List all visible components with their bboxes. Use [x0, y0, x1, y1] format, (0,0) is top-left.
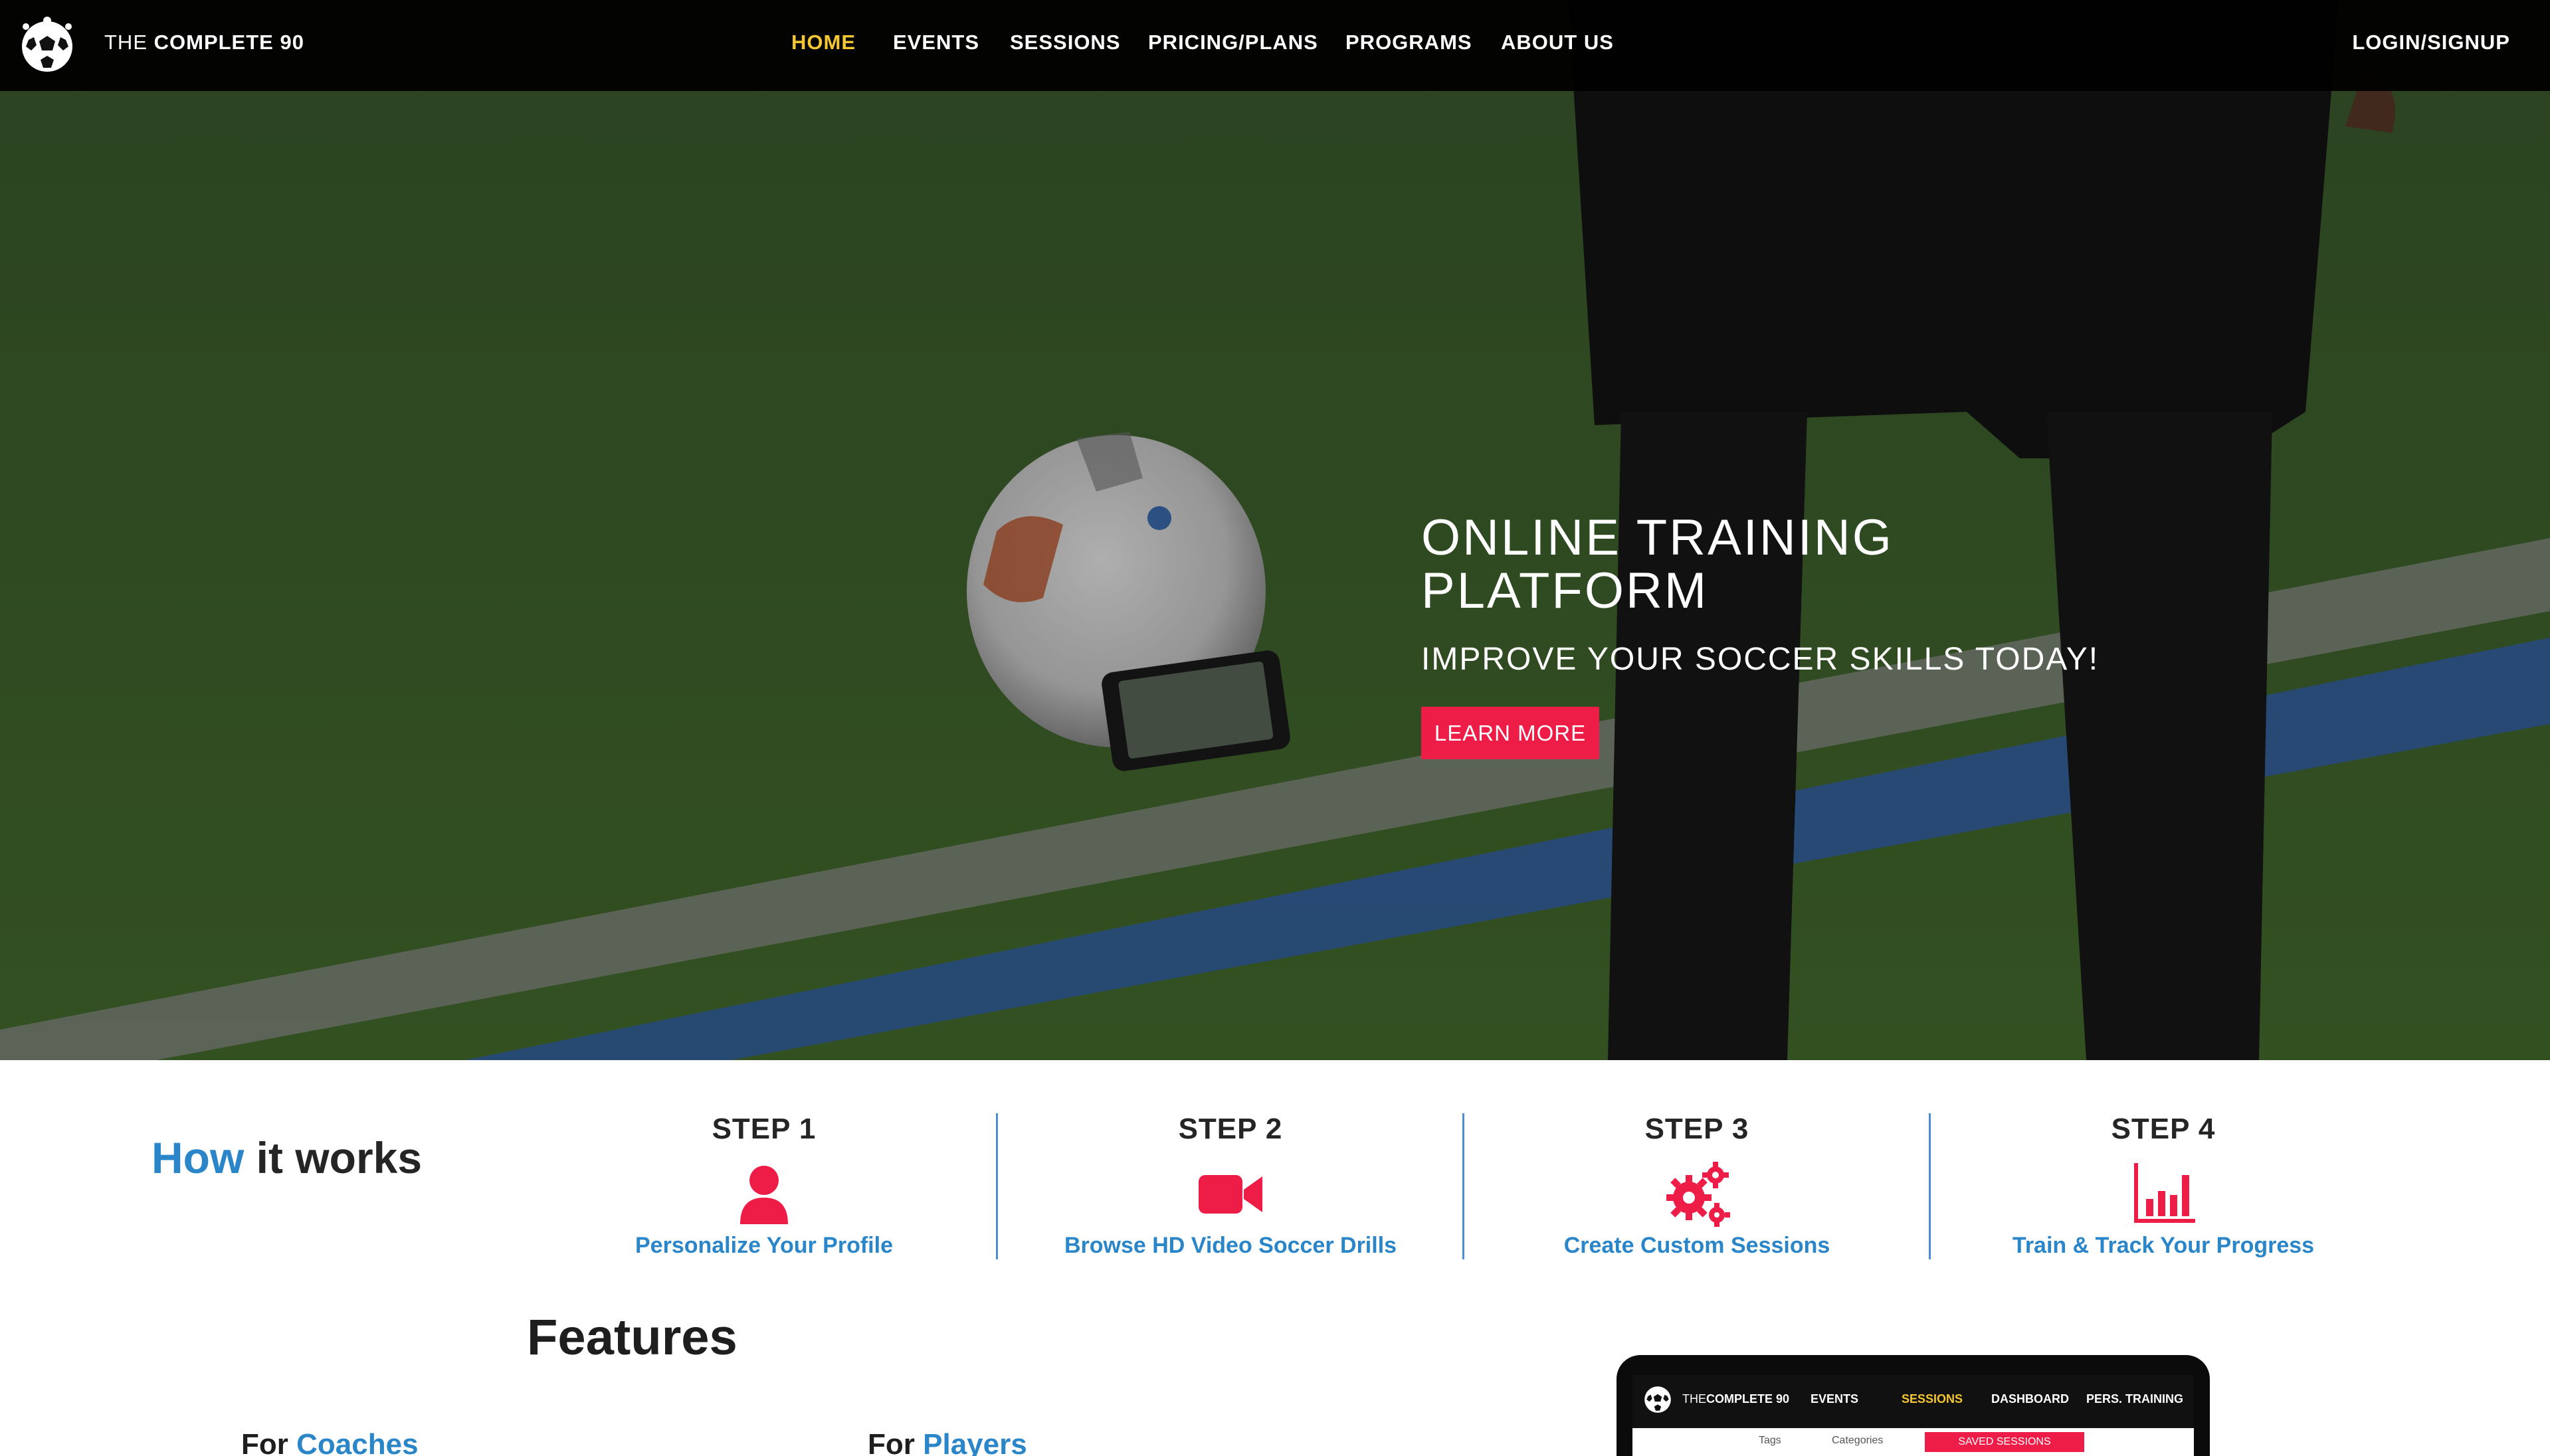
features-heading: Features: [527, 1309, 737, 1366]
step-title: STEP 1: [712, 1113, 817, 1145]
hero-background-image: [0, 0, 2550, 1060]
for-prefix: For: [868, 1428, 915, 1456]
preview-nav-dashboard: DASHBOARD: [1991, 1392, 2069, 1406]
tablet-preview: THECOMPLETE 90 EVENTS SESSIONS DASHBOARD…: [1617, 1355, 2210, 1456]
coaches-accent[interactable]: Coaches: [296, 1428, 418, 1456]
step-description: Personalize Your Profile: [635, 1233, 893, 1258]
hero-section: ONLINE TRAINING PLATFORM IMPROVE YOUR SO…: [0, 0, 2550, 1060]
preview-tags-label: Tags: [1759, 1435, 1781, 1446]
gears-icon: [1666, 1162, 1730, 1227]
how-rest: it works: [256, 1133, 423, 1182]
preview-nav-pers-training: PERS. TRAINING: [2086, 1392, 2184, 1406]
nav-pricing-plans[interactable]: PRICING/PLANS: [1148, 31, 1318, 54]
for-players-heading: For Players: [868, 1428, 1027, 1456]
bar-chart-icon: [2134, 1163, 2195, 1223]
step-title: STEP 4: [2111, 1113, 2216, 1145]
preview-nav-sessions: SESSIONS: [1902, 1392, 1963, 1406]
step-4: STEP 4 Train & Track Your Progress: [1931, 1113, 2396, 1259]
learn-more-button[interactable]: LEARN MORE: [1421, 707, 1599, 759]
nav-events[interactable]: EVENTS: [893, 31, 979, 54]
players-accent[interactable]: Players: [923, 1428, 1027, 1456]
step-title: STEP 3: [1644, 1113, 1749, 1145]
step-1: STEP 1 Personalize Your Profile: [532, 1113, 997, 1259]
video-camera-icon: [1199, 1175, 1262, 1214]
step-description: Train & Track Your Progress: [2012, 1233, 2315, 1258]
how-it-works-heading: How it works: [151, 1133, 422, 1183]
preview-saved-sessions-button: SAVED SESSIONS: [1925, 1432, 2084, 1452]
step-description: Create Custom Sessions: [1563, 1233, 1830, 1258]
hero-title: ONLINE TRAINING PLATFORM: [1421, 509, 1894, 619]
step-description: Browse HD Video Soccer Drills: [1064, 1233, 1397, 1258]
preview-nav-events: EVENTS: [1811, 1392, 1859, 1406]
user-icon: [740, 1166, 788, 1224]
preview-brand-prefix: THE: [1682, 1392, 1706, 1406]
preview-brand: THECOMPLETE 90: [1682, 1392, 1789, 1406]
brand-main: COMPLETE 90: [153, 31, 304, 54]
brand-name[interactable]: THE COMPLETE 90: [104, 31, 304, 54]
login-signup-link[interactable]: LOGIN/SIGNUP: [2352, 31, 2510, 54]
step-2: STEP 2 Browse HD Video Soccer Drills: [998, 1113, 1463, 1259]
nav-about-us[interactable]: ABOUT US: [1501, 31, 1614, 54]
nav-programs[interactable]: PROGRAMS: [1345, 31, 1472, 54]
how-accent: How: [151, 1133, 245, 1182]
nav-sessions[interactable]: SESSIONS: [1010, 31, 1121, 54]
nav-home[interactable]: HOME: [791, 31, 856, 54]
brand-prefix: THE: [104, 31, 147, 54]
tablet-screen: THECOMPLETE 90 EVENTS SESSIONS DASHBOARD…: [1632, 1375, 2194, 1456]
preview-nav: THECOMPLETE 90 EVENTS SESSIONS DASHBOARD…: [1632, 1375, 2194, 1421]
soccer-ball-logo-icon: [1644, 1386, 1671, 1413]
step-3: STEP 3 Create Custom Sessions: [1464, 1113, 1929, 1259]
for-coaches-heading: For Coaches: [241, 1428, 419, 1456]
preview-categories-label: Categories: [1832, 1435, 1884, 1446]
step-title: STEP 2: [1178, 1113, 1283, 1145]
hero-subtitle: IMPROVE YOUR SOCCER SKILLS TODAY!: [1421, 642, 2100, 677]
preview-brand-name: COMPLETE 90: [1706, 1392, 1790, 1406]
for-prefix: For: [241, 1428, 288, 1456]
top-navigation: THE COMPLETE 90 HOME EVENTS SESSIONS PRI…: [0, 0, 2550, 91]
preview-body: Tags Categories SAVED SESSIONS: [1632, 1428, 2194, 1456]
soccer-ball-logo-icon[interactable]: [17, 15, 78, 76]
